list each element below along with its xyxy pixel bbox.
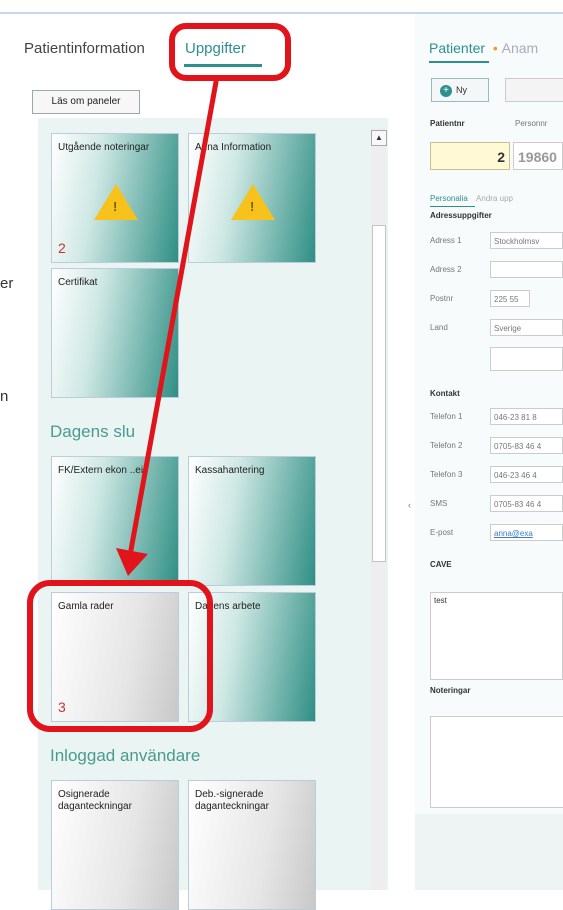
adress1-label: Adress 1 — [430, 236, 462, 245]
epost-label: E-post — [430, 528, 454, 537]
postnr-field[interactable]: 225 55 — [490, 290, 530, 307]
sms-label: SMS — [430, 499, 448, 508]
clipped-text-1: er — [0, 275, 14, 292]
tile-certifikat[interactable]: Certifikat — [51, 268, 179, 398]
tile-label: Osignerade daganteckningar — [58, 789, 132, 812]
tile-label: Dagens arbete — [195, 601, 261, 612]
clipped-text-2: n — [0, 388, 9, 405]
warning-mark: ! — [250, 199, 255, 214]
chevron-left-icon[interactable]: ‹ — [408, 500, 411, 510]
chevron-up-icon[interactable]: ▲ — [371, 130, 387, 146]
tile-gamla-rader[interactable]: Gamla rader 3 — [51, 592, 179, 722]
secondary-button[interactable] — [505, 78, 563, 102]
noteringar-label: Noteringar — [430, 686, 471, 695]
active-tab-indicator — [184, 64, 262, 67]
tab-anamnes-label: Anam — [501, 40, 539, 56]
patient-pane: Patienter • Anam + Ny Patientnr Personnr … — [415, 14, 563, 890]
tab-patienter[interactable]: Patienter — [429, 40, 485, 56]
telefon3-label: Telefon 3 — [430, 470, 463, 479]
patientnr-label: Patientnr — [430, 119, 465, 128]
telefon2-field[interactable]: 0705-83 46 4 — [490, 437, 563, 454]
tab-uppgifter[interactable]: Uppgifter — [185, 40, 246, 57]
tile-kassahantering[interactable]: Kassahantering — [188, 456, 316, 586]
adress-header: Adressuppgifter — [430, 211, 492, 220]
personnr-label: Personnr — [515, 119, 548, 128]
right-tabs: Patienter • Anam — [429, 40, 538, 56]
plus-circle-icon: + — [440, 85, 452, 97]
new-patient-button[interactable]: + Ny — [431, 78, 489, 102]
new-button-label: Ny — [456, 85, 467, 95]
tile-count: 3 — [58, 699, 66, 715]
telefon3-field[interactable]: 046-23 46 4 — [490, 466, 563, 483]
tile-count: 2 — [58, 240, 66, 256]
personnr-field[interactable]: 19860 — [513, 142, 563, 170]
warning-mark: ! — [113, 199, 118, 214]
tile-anna-information[interactable]: Anna Information ! — [188, 133, 316, 263]
land-label: Land — [430, 323, 448, 332]
section-dagens-sysslor: Dagens slu — [50, 422, 136, 441]
adress1-field[interactable]: Stockholmsv — [490, 232, 563, 249]
reload-panels-button[interactable]: Läs om paneler — [32, 90, 140, 114]
tile-label: Anna Information — [195, 142, 272, 153]
subtab-personalia[interactable]: Personalia — [430, 194, 468, 203]
tile-deb-signerade-daganteckningar[interactable]: Deb.-signerade daganteckningar — [188, 780, 316, 910]
adress2-label: Adress 2 — [430, 265, 462, 274]
tile-label: Kassahantering — [195, 465, 265, 476]
tile-label: Utgående noteringar — [58, 142, 150, 153]
patient-subtabs: Personalia Andra upp — [430, 194, 513, 203]
tile-osignerade-daganteckningar[interactable]: Osignerade daganteckningar — [51, 780, 179, 910]
scrollbar-thumb[interactable] — [372, 225, 386, 562]
cave-textarea[interactable]: test — [430, 592, 563, 680]
tab-anamnes[interactable]: • Anam — [489, 40, 538, 56]
right-active-tab-indicator — [429, 61, 489, 63]
tile-label: Gamla rader — [58, 601, 114, 612]
subtab-indicator — [430, 206, 475, 207]
tile-label: Deb.-signerade daganteckningar — [195, 789, 269, 812]
sms-field[interactable]: 0705-83 46 4 — [490, 495, 563, 512]
section-inloggad-anvandare: Inloggad användare — [50, 746, 201, 765]
cave-label: CAVE — [430, 560, 452, 569]
right-pane-footer — [415, 814, 563, 890]
telefon2-label: Telefon 2 — [430, 441, 463, 450]
telefon1-field[interactable]: 046-23 81 8 — [490, 408, 563, 425]
tab-patientinformation[interactable]: Patientinformation — [24, 40, 145, 57]
address-extra-button[interactable] — [490, 347, 563, 371]
land-field[interactable]: Sverige — [490, 319, 563, 336]
cave-text: test — [434, 596, 447, 605]
patientnr-field[interactable]: 2 — [430, 142, 510, 170]
subtab-andra-uppgifter[interactable]: Andra upp — [476, 194, 513, 203]
postnr-label: Postnr — [430, 294, 454, 303]
tile-dagens-arbete[interactable]: Dagens arbete — [188, 592, 316, 722]
tile-fk-extern-ekonomi[interactable]: FK/Extern ekon ..ei — [51, 456, 179, 586]
kontakt-header: Kontakt — [430, 389, 460, 398]
epost-field[interactable]: anna@exa — [490, 524, 563, 541]
tile-label: Certifikat — [58, 277, 98, 288]
adress2-field[interactable] — [490, 261, 563, 278]
noteringar-textarea[interactable] — [430, 716, 563, 808]
telefon1-label: Telefon 1 — [430, 412, 463, 421]
tile-label: FK/Extern ekon ..ei — [58, 465, 144, 476]
tile-utgaende-noteringar[interactable]: Utgående noteringar ! 2 — [51, 133, 179, 263]
